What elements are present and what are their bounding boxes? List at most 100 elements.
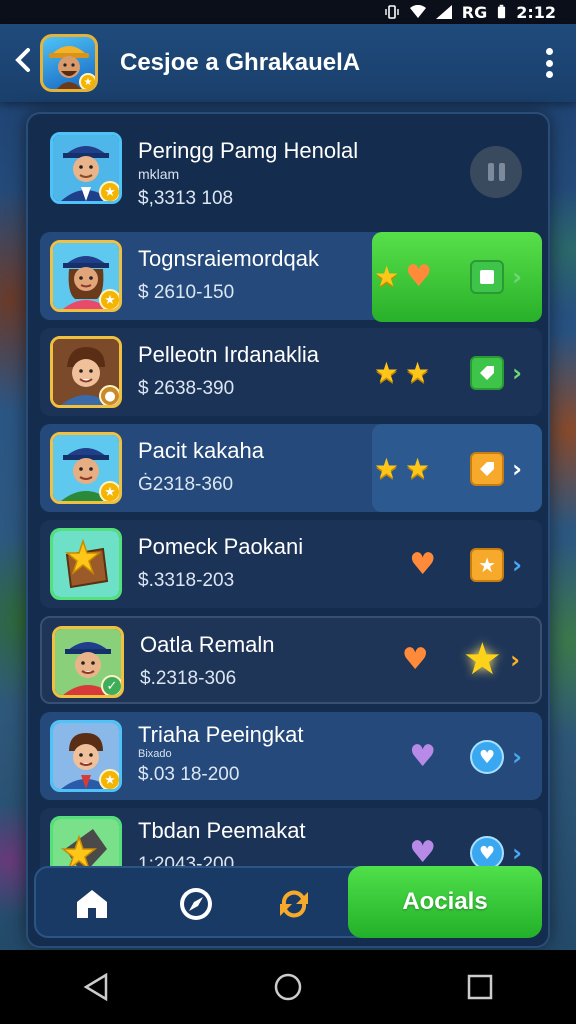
player-name: Peringg Pamg Henolal [138,138,359,163]
wifi-icon [409,5,426,18]
chevron-left-icon [15,47,30,72]
row-actions: ★ ★ › [374,356,522,390]
star-badge-icon: ★ [99,481,119,501]
player-price: $.2318-306 [140,668,237,689]
like-button[interactable]: ♥ [470,836,505,870]
pause-icon [487,163,494,181]
player-price: Ġ2318-360 [138,474,234,495]
refresh-icon [280,890,308,918]
star-badge-icon: ★ [79,73,95,89]
player-price: $ 2638-390 [138,378,235,399]
row-actions: ★ ♥ › [374,260,522,294]
row-actions: ♥ ★ › [409,548,522,582]
coin-badge-icon: ● [99,385,119,405]
socials-button[interactable]: Aocials [348,866,542,938]
player-avatar: ✓ [52,626,124,698]
list-item[interactable]: ★ Peringg Pamg Henolal mklam $,3313 108 [40,124,542,212]
row-actions: ★ ★ › [374,452,522,486]
chevron-right-icon[interactable]: › [510,646,520,674]
list-item[interactable]: ● Pelleotn Irdanaklia $ 2638-390 ★ ★ › [40,328,542,416]
star-icon: ★ [405,452,431,485]
open-button[interactable] [470,356,505,390]
compass-icon [180,888,212,920]
chevron-right-icon[interactable]: › [512,551,522,579]
star-icon: ★ [373,356,399,389]
player-name: Pomeck Paokani [138,534,304,559]
nav-refresh[interactable] [272,882,316,926]
system-home-button[interactable] [258,957,318,1017]
more-dot [545,59,553,67]
heart-icon[interactable]: ♥ [409,838,436,868]
nav-home[interactable] [70,882,114,926]
star-icon: ★ [478,553,497,577]
list-item[interactable]: ✓ Oatla Remaln $.2318-306 ♥ ★ › [40,616,542,704]
heart-icon: ♥ [479,842,496,864]
bottom-nav: Aocials [34,866,542,938]
pause-bar [498,163,505,181]
heart-icon[interactable]: ♥ [409,742,436,772]
chevron-right-icon[interactable]: › [512,743,522,771]
more-dot [545,71,553,78]
pause-button[interactable] [470,146,522,198]
app-avatar[interactable]: ★ [40,34,98,92]
player-name: Triaha Peeingkat [138,722,304,747]
star-icon[interactable]: ★ [463,638,502,682]
reward-button[interactable]: ★ [470,548,505,582]
home-icon [77,890,107,918]
square-icon [480,270,495,284]
player-name: Oatla Remaln [140,632,275,657]
star-badge-icon: ★ [99,181,119,201]
list-item[interactable]: ★ Tognsraiemordqak $ 2610-150 ★ ♥ › [40,232,542,322]
player-avatar: ● [50,336,122,408]
circle-home-icon [274,973,302,1001]
star-badge-icon: ★ [99,769,119,789]
row-actions: ♥ ♥ › [409,836,522,870]
system-back-button[interactable] [66,957,126,1017]
like-button[interactable]: ♥ [470,740,505,774]
player-list-panel: ★ Peringg Pamg Henolal mklam $,3313 108 … [26,112,550,948]
player-price: $,3313 108 [138,188,234,209]
back-button[interactable] [14,46,36,81]
player-name: Pacit kakaha [138,438,264,463]
heart-icon[interactable]: ♥ [402,645,429,675]
player-name: Pelleotn Irdanaklia [138,342,320,367]
more-options-button[interactable] [544,48,554,78]
battery-icon [498,4,506,19]
nav-explore[interactable] [174,882,218,926]
player-avatar: ★ [50,132,122,204]
triangle-back-icon [83,972,108,1002]
chevron-right-icon[interactable]: › [512,455,522,483]
open-button[interactable] [470,260,505,294]
network-label: RG [461,2,488,22]
player-price: $ 2610-150 [138,282,235,303]
leaf-badge-icon: ✓ [101,675,121,695]
page-title: Cesjoe a GhrakauelA [120,49,361,76]
star-icon: ★ [405,356,431,389]
row-actions: ♥ ♥ › [409,740,522,774]
system-nav-bar [0,950,576,1024]
chevron-right-icon[interactable]: › [512,839,522,867]
heart-icon: ♥ [479,746,496,768]
star-badge-icon: ★ [99,289,119,309]
tag-icon [480,462,495,476]
square-recents-icon [467,974,493,1000]
list-item[interactable]: ★ Pacit kakaha Ġ2318-360 ★ ★ › [40,424,542,512]
player-name: Tognsraiemordqak [138,246,319,271]
more-vertical-icon [545,48,553,55]
star-icon: ★ [374,260,400,293]
heart-icon[interactable]: ♥ [409,550,436,580]
list-item[interactable]: Pomeck Paokani $.3318-203 ♥ ★ › [40,520,542,608]
clock: 2:12 [516,2,556,22]
app-bar: ★ Cesjoe a GhrakauelA [0,24,576,102]
heart-icon[interactable]: ♥ [405,262,432,292]
list-item[interactable]: ★ Triaha Peeingkat Bixado $.03 18-200 ♥ … [40,712,542,800]
chevron-right-icon[interactable]: › [512,359,522,387]
reward-button[interactable] [470,452,505,486]
system-recents-button[interactable] [450,957,510,1017]
chevron-right-icon[interactable]: › [512,263,522,291]
treasure-icon [53,531,119,597]
player-price: $.03 18-200 [138,764,240,785]
player-name: Tbdan Peemakat [138,818,306,843]
player-subtitle: mklam [138,166,180,182]
player-avatar: ★ [50,240,122,312]
